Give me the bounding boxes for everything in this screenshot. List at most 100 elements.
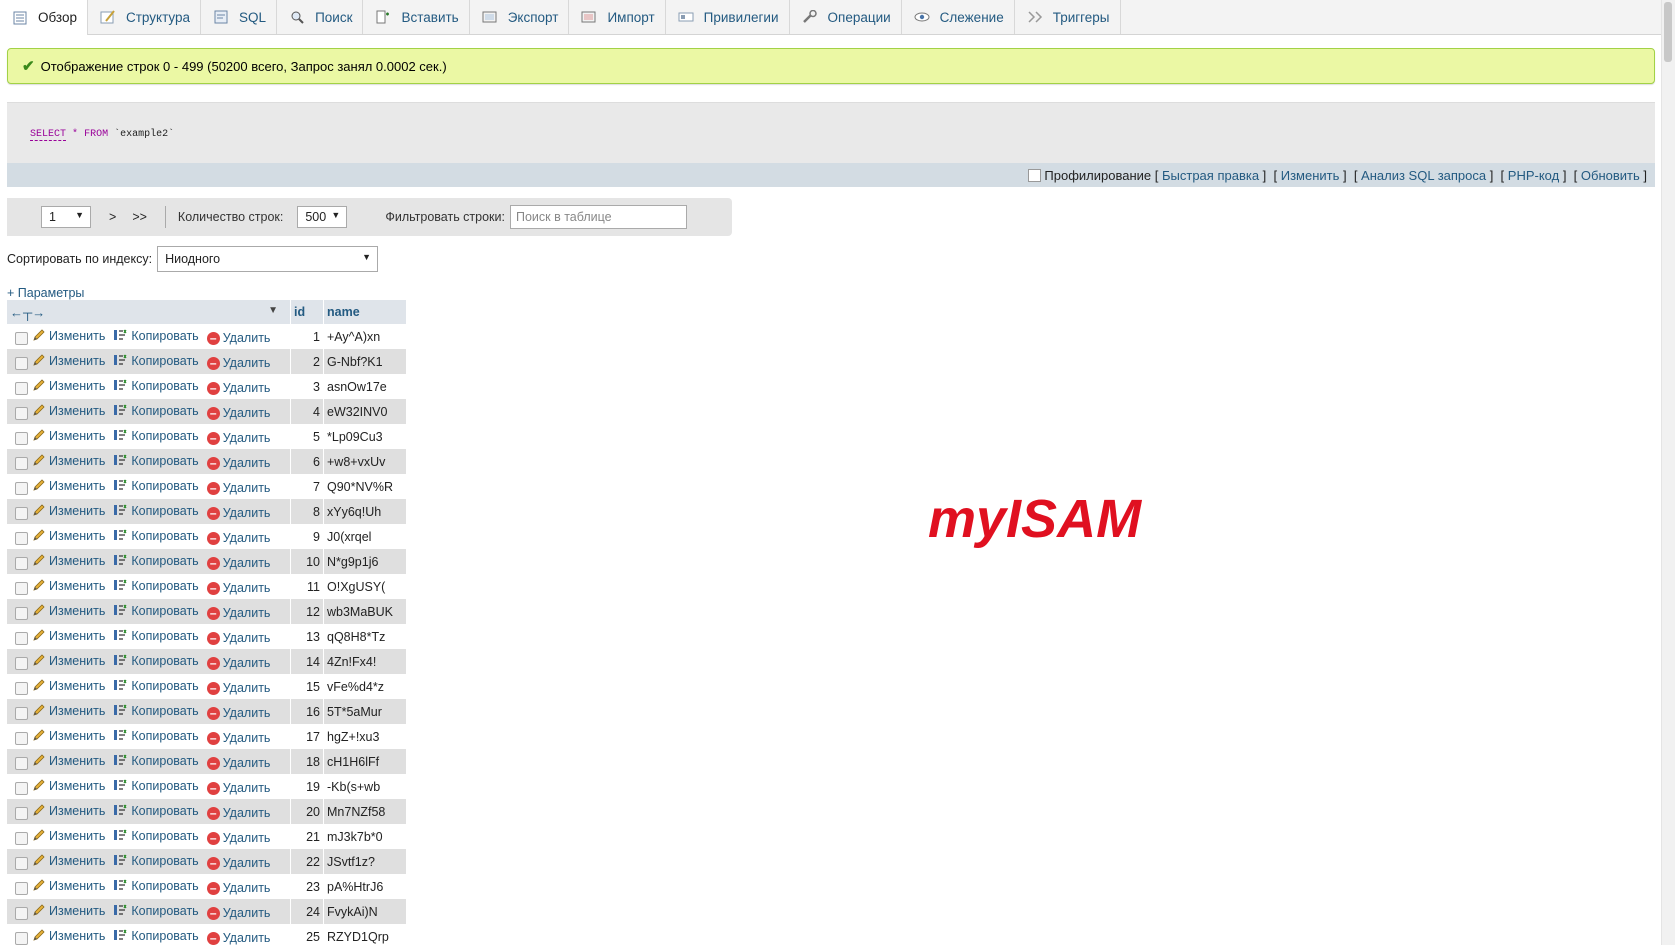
cell-name[interactable]: *Lp09Cu3 — [323, 424, 407, 449]
copy-row-button[interactable]: Копировать — [113, 328, 199, 345]
edit-row-button[interactable]: Изменить — [32, 778, 105, 795]
copy-row-button[interactable]: Копировать — [113, 928, 199, 945]
column-header-id[interactable]: id — [290, 300, 324, 324]
row-checkbox[interactable] — [15, 881, 28, 895]
cell-id[interactable]: 18 — [290, 749, 324, 774]
cell-name[interactable]: pA%HtrJ6 — [323, 874, 407, 899]
table-row[interactable]: Изменить Копировать – Удалить 18 cH1H6lFf — [7, 749, 407, 774]
row-checkbox[interactable] — [15, 931, 28, 945]
copy-row-button[interactable]: Копировать — [113, 828, 199, 845]
row-checkbox[interactable] — [15, 581, 28, 595]
tab-tracking[interactable]: Слежение — [902, 0, 1015, 34]
tab-privileges[interactable]: Привилегии — [666, 0, 790, 34]
tab-structure[interactable]: Структура — [88, 0, 202, 34]
row-checkbox[interactable] — [15, 556, 28, 570]
table-row[interactable]: Изменить Копировать – Удалить 14 4Zn!Fx4! — [7, 649, 407, 674]
sql-keyword-select[interactable]: SELECT — [30, 129, 67, 141]
cell-name[interactable]: hgZ+!xu3 — [323, 724, 407, 749]
edit-row-button[interactable]: Изменить — [32, 328, 105, 345]
copy-row-button[interactable]: Копировать — [113, 428, 199, 445]
row-checkbox[interactable] — [15, 906, 28, 920]
cell-name[interactable]: JSvtf1z? — [323, 849, 407, 874]
row-checkbox[interactable] — [15, 406, 28, 420]
delete-row-button[interactable]: – Удалить — [206, 356, 270, 370]
delete-row-button[interactable]: – Удалить — [206, 381, 270, 395]
filter-rows-input[interactable]: Поиск в таблице — [509, 205, 687, 229]
edit-row-button[interactable]: Изменить — [32, 378, 105, 395]
cell-name[interactable]: RZYD1Qrp — [323, 924, 407, 949]
cell-name[interactable]: J0(xrqel — [323, 524, 407, 549]
cell-id[interactable]: 14 — [290, 649, 324, 674]
row-checkbox[interactable] — [15, 781, 28, 795]
page-scrollbar[interactable] — [1661, 0, 1675, 945]
row-checkbox[interactable] — [15, 531, 28, 545]
table-row[interactable]: Изменить Копировать – Удалить 3 asnOw17e — [7, 374, 407, 399]
table-row[interactable]: Изменить Копировать – Удалить 5 *Lp09Cu3 — [7, 424, 407, 449]
row-checkbox[interactable] — [15, 331, 28, 345]
copy-row-button[interactable]: Копировать — [113, 478, 199, 495]
row-checkbox[interactable] — [15, 706, 28, 720]
tab-sql[interactable]: SQL — [201, 0, 278, 34]
cell-id[interactable]: 8 — [290, 499, 324, 524]
tab-browse[interactable]: Обзор — [0, 0, 88, 35]
copy-row-button[interactable]: Копировать — [113, 503, 199, 520]
cell-name[interactable]: -Kb(s+wb — [323, 774, 407, 799]
table-row[interactable]: Изменить Копировать – Удалить 6 +w8+vxUv — [7, 449, 407, 474]
edit-row-button[interactable]: Изменить — [32, 678, 105, 695]
next-page-button[interactable]: > — [109, 210, 116, 224]
edit-row-button[interactable]: Изменить — [32, 478, 105, 495]
delete-row-button[interactable]: – Удалить — [206, 481, 270, 495]
profiling-checkbox[interactable] — [1028, 168, 1042, 182]
copy-row-button[interactable]: Копировать — [113, 603, 199, 620]
delete-row-button[interactable]: – Удалить — [206, 656, 270, 670]
cell-name[interactable]: xYy6q!Uh — [323, 499, 407, 524]
column-header-name[interactable]: name — [323, 300, 407, 324]
edit-row-button[interactable]: Изменить — [32, 353, 105, 370]
cell-id[interactable]: 3 — [290, 374, 324, 399]
table-row[interactable]: Изменить Копировать – Удалить 22 JSvtf1z? — [7, 849, 407, 874]
cell-id[interactable]: 12 — [290, 599, 324, 624]
cell-name[interactable]: 5T*5aMur — [323, 699, 407, 724]
explain-sql-link[interactable]: Анализ SQL запроса — [1361, 168, 1486, 183]
table-row[interactable]: Изменить Копировать – Удалить 15 vFe%d4*z — [7, 674, 407, 699]
cell-id[interactable]: 21 — [290, 824, 324, 849]
cell-name[interactable]: asnOw17e — [323, 374, 407, 399]
row-checkbox[interactable] — [15, 731, 28, 745]
cell-name[interactable]: 4Zn!Fx4! — [323, 649, 407, 674]
delete-row-button[interactable]: – Удалить — [206, 556, 270, 570]
table-row[interactable]: Изменить Копировать – Удалить 2 G-Nbf?K1 — [7, 349, 407, 374]
last-page-button[interactable]: >> — [132, 210, 147, 224]
copy-row-button[interactable]: Копировать — [113, 803, 199, 820]
tab-import[interactable]: Импорт — [569, 0, 666, 34]
cell-id[interactable]: 22 — [290, 849, 324, 874]
table-row[interactable]: Изменить Копировать – Удалить 17 hgZ+!xu3 — [7, 724, 407, 749]
cell-id[interactable]: 1 — [290, 324, 324, 349]
delete-row-button[interactable]: – Удалить — [206, 706, 270, 720]
delete-row-button[interactable]: – Удалить — [206, 631, 270, 645]
delete-row-button[interactable]: – Удалить — [206, 681, 270, 695]
cell-id[interactable]: 11 — [290, 574, 324, 599]
tab-insert[interactable]: Вставить — [363, 0, 470, 34]
edit-row-button[interactable]: Изменить — [32, 903, 105, 920]
cell-id[interactable]: 4 — [290, 399, 324, 424]
edit-row-button[interactable]: Изменить — [32, 703, 105, 720]
row-checkbox[interactable] — [15, 831, 28, 845]
table-row[interactable]: Изменить Копировать – Удалить 25 RZYD1Qrp — [7, 924, 407, 949]
table-row[interactable]: Изменить Копировать – Удалить 4 eW32INV0 — [7, 399, 407, 424]
copy-row-button[interactable]: Копировать — [113, 778, 199, 795]
table-row[interactable]: Изменить Копировать – Удалить 9 J0(xrqel — [7, 524, 407, 549]
tab-export[interactable]: Экспорт — [470, 0, 570, 34]
row-checkbox[interactable] — [15, 606, 28, 620]
edit-row-button[interactable]: Изменить — [32, 578, 105, 595]
refresh-link[interactable]: Обновить — [1581, 168, 1640, 183]
delete-row-button[interactable]: – Удалить — [206, 881, 270, 895]
copy-row-button[interactable]: Копировать — [113, 528, 199, 545]
row-checkbox[interactable] — [15, 381, 28, 395]
delete-row-button[interactable]: – Удалить — [206, 431, 270, 445]
row-checkbox[interactable] — [15, 656, 28, 670]
row-checkbox[interactable] — [15, 506, 28, 520]
cell-id[interactable]: 17 — [290, 724, 324, 749]
delete-row-button[interactable]: – Удалить — [206, 531, 270, 545]
row-checkbox[interactable] — [15, 806, 28, 820]
copy-row-button[interactable]: Копировать — [113, 553, 199, 570]
